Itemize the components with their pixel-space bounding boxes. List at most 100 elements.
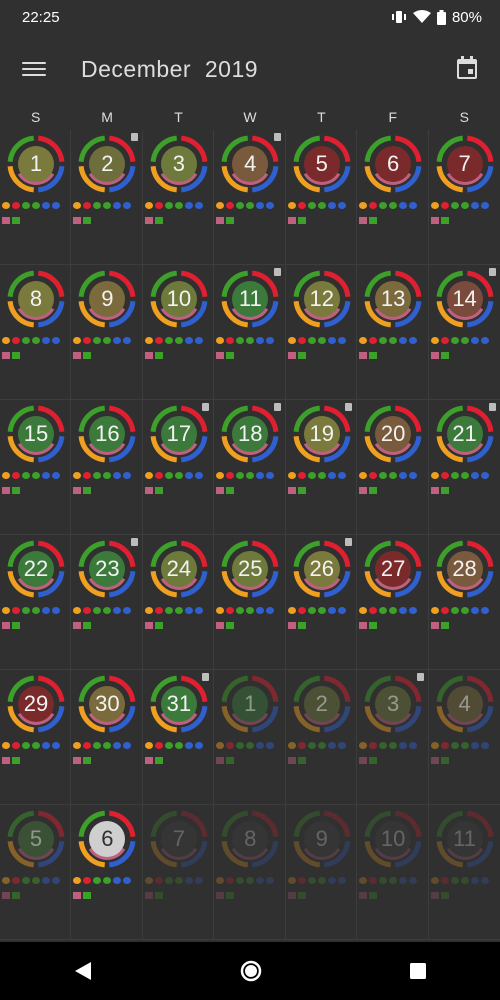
day-cell[interactable]: 6 [71,805,143,940]
day-cell[interactable]: 23 [71,535,143,670]
day-cell[interactable]: 26 [285,535,358,670]
day-cell[interactable]: 16 [71,400,143,535]
weekday-label: M [101,109,113,125]
back-icon[interactable] [73,961,93,981]
day-cell[interactable]: 8 [214,805,286,940]
note-icon [489,268,496,276]
symptom-icons [73,470,141,500]
symptom-icons [144,605,213,635]
day-cell[interactable]: 21 [428,400,500,535]
day-cell[interactable]: 3 [142,130,215,265]
day-cell[interactable]: 25 [214,535,286,670]
note-icon [202,673,210,681]
day-cell[interactable]: 15 [0,400,72,535]
day-cell[interactable]: 31 [142,670,215,805]
day-cell[interactable]: 22 [0,535,72,670]
day-cell[interactable]: 14 [428,265,500,400]
day-cell[interactable]: 27 [357,535,429,670]
symptom-icons [2,875,70,905]
home-icon[interactable] [240,960,262,982]
day-number: 29 [23,691,49,716]
day-cell[interactable]: 28 [428,535,500,670]
symptom-icons [359,875,427,905]
day-cell[interactable]: 8 [0,265,72,400]
day-cell[interactable]: 11 [214,265,286,400]
day-number: 1 [244,691,257,716]
symptom-icons [216,740,284,770]
day-cell[interactable]: 1 [214,670,286,805]
day-cell[interactable]: 1 [0,130,72,265]
symptom-icons [359,605,427,635]
weekday-label: T [174,109,183,125]
day-number: 23 [95,556,120,581]
day-cell[interactable]: 18 [214,400,286,535]
recents-icon[interactable] [409,962,427,980]
day-cell[interactable]: 9 [285,805,358,940]
day-cell[interactable]: 13 [357,265,429,400]
day-number: 2 [101,151,114,176]
day-cell[interactable]: 4 [214,130,286,265]
wifi-icon [412,10,431,23]
day-cell[interactable]: 5 [285,130,358,265]
day-number: 17 [166,421,192,446]
day-cell[interactable]: 2 [285,670,358,805]
day-cell[interactable]: 6 [357,130,429,265]
day-number: 22 [23,556,49,581]
day-number: 12 [309,286,334,311]
day-cell[interactable]: 7 [142,805,215,940]
note-icon [130,133,138,141]
day-number: 10 [380,826,406,851]
day-number: 27 [380,556,406,581]
day-cell[interactable]: 2 [71,130,143,265]
day-cell[interactable]: 5 [0,805,72,940]
day-cell[interactable]: 12 [285,265,358,400]
day-cell[interactable]: 3 [357,670,429,805]
symptom-icons [144,470,213,500]
day-number: 2 [315,691,328,716]
app-bar: December 2019 [0,34,500,104]
day-cell[interactable]: 29 [0,670,72,805]
day-number: 24 [166,556,192,581]
day-cell[interactable]: 9 [71,265,143,400]
symptom-icons [430,200,499,230]
symptom-icons [287,740,356,770]
day-cell[interactable]: 4 [428,670,500,805]
day-cell[interactable]: 7 [428,130,500,265]
symptom-icons [430,740,499,770]
menu-icon[interactable] [22,58,46,78]
day-number: 16 [95,421,120,446]
day-cell[interactable]: 20 [357,400,429,535]
note-icon [345,403,353,411]
day-number: 8 [29,286,43,311]
day-cell[interactable]: 17 [142,400,215,535]
day-cell[interactable]: 10 [142,265,215,400]
day-cell[interactable]: 10 [357,805,429,940]
day-cell[interactable]: 19 [285,400,358,535]
day-number: 13 [380,286,406,311]
day-number: 20 [380,421,406,446]
day-cell[interactable]: 11 [428,805,500,940]
symptom-icons [430,875,499,905]
calendar-today-icon[interactable] [456,56,478,80]
day-number: 9 [315,826,328,851]
day-number: 28 [452,556,477,581]
symptom-icons [2,470,70,500]
weekday-label: S [459,109,469,125]
day-cell[interactable]: 30 [71,670,143,805]
symptom-icons [359,200,427,230]
symptom-icons [216,875,284,905]
day-number: 5 [29,826,43,851]
day-number: 7 [458,151,471,176]
day-number: 30 [95,691,120,716]
day-cell[interactable]: 24 [142,535,215,670]
navigation-bar [0,942,500,1000]
day-number: 6 [387,151,400,176]
day-number: 4 [458,691,471,716]
note-icon [273,403,281,411]
symptom-icons [216,335,284,365]
symptom-icons [359,335,427,365]
status-time: 22:25 [22,8,60,26]
vibrate-icon [391,11,406,23]
symptom-icons [144,740,213,770]
day-number: 6 [101,826,114,851]
